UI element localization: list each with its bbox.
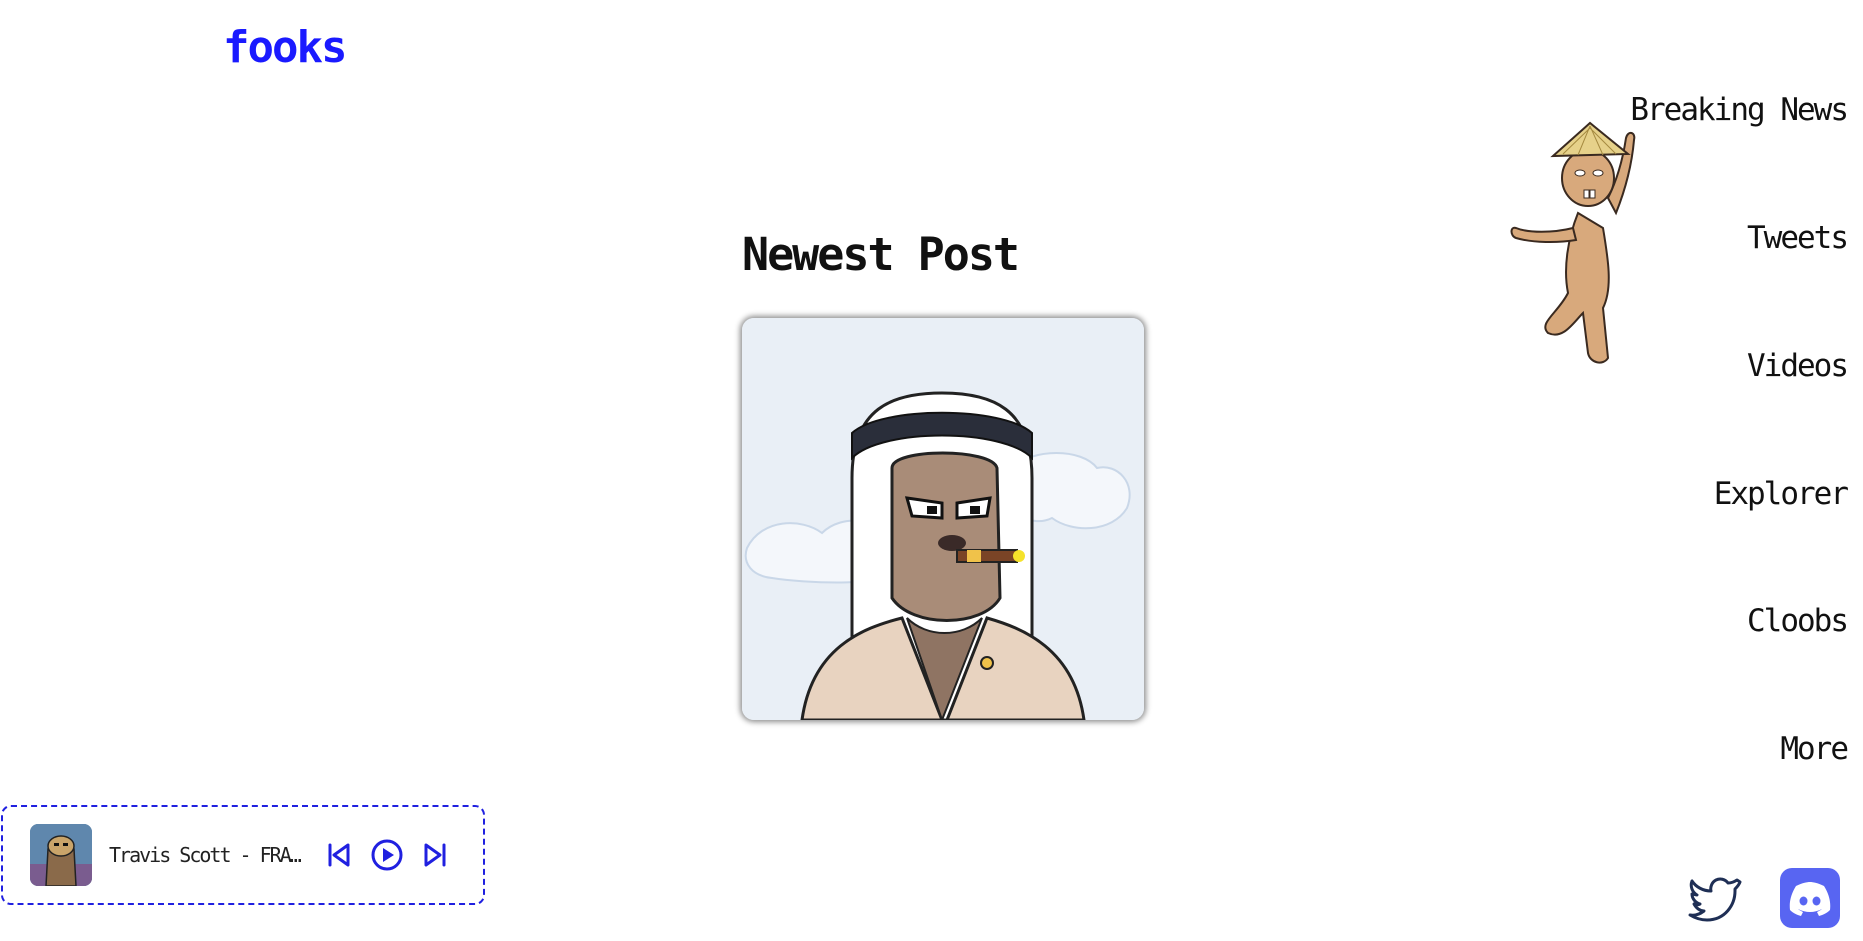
nav-item-tweets[interactable]: Tweets (1747, 220, 1849, 256)
page: fooks Breaking News Tweets Videos Explor… (0, 0, 1863, 941)
site-logo[interactable]: fooks (223, 22, 347, 73)
track-title: Travis Scott - FRANCHISE (109, 843, 304, 867)
nav-item-cloobs[interactable]: Cloobs (1747, 603, 1849, 639)
discord-icon[interactable] (1780, 868, 1840, 928)
skip-forward-icon[interactable] (418, 838, 452, 872)
skip-back-icon[interactable] (322, 838, 356, 872)
section-title: Newest Post (742, 228, 1020, 281)
newest-post-card[interactable] (742, 318, 1144, 720)
newest-post-image (742, 318, 1144, 720)
album-art (30, 824, 92, 886)
nav-item-more[interactable]: More (1780, 731, 1849, 767)
twitter-icon[interactable] (1687, 868, 1743, 924)
mascot-illustration (1510, 121, 1636, 364)
nav-item-breaking-news[interactable]: Breaking News (1630, 92, 1849, 128)
nav-item-videos[interactable]: Videos (1747, 348, 1849, 384)
music-player: Travis Scott - FRANCHISE (1, 805, 485, 905)
nav-item-explorer[interactable]: Explorer (1714, 476, 1849, 512)
play-icon[interactable] (370, 838, 404, 872)
